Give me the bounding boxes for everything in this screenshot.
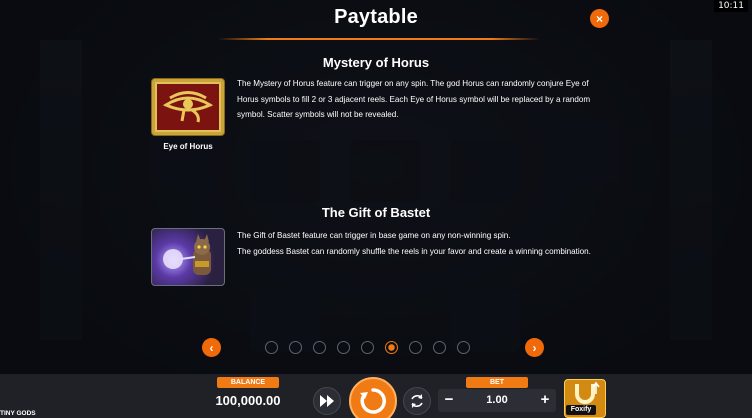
close-icon: × (595, 11, 603, 26)
page-dot[interactable] (289, 341, 302, 354)
paytable-title: Paytable (334, 6, 418, 28)
page-dot[interactable] (361, 341, 374, 354)
page-dot[interactable] (337, 341, 350, 354)
horseshoe-icon (575, 381, 600, 404)
chevron-left-icon: ‹ (209, 340, 214, 355)
prev-page-button[interactable]: ‹ (202, 338, 221, 357)
next-page-button[interactable]: › (525, 338, 544, 357)
autoplay-icon (411, 394, 423, 408)
symbol-caption: Eye of Horus (163, 142, 213, 151)
description-line: The goddess Bastet can randomly shuffle … (237, 246, 591, 256)
page-dot[interactable] (313, 341, 326, 354)
eye-of-horus-icon (155, 82, 221, 132)
bet-decrease-button[interactable]: − (441, 391, 457, 409)
page-dot-active[interactable] (385, 341, 398, 354)
spin-button[interactable] (349, 377, 397, 418)
bet-increase-button[interactable]: + (537, 391, 553, 409)
section-title-gift-of-bastet: The Gift of Bastet (321, 205, 431, 220)
bastet-feature-image (151, 228, 225, 286)
autoplay-button[interactable] (403, 387, 431, 415)
page-dot[interactable] (457, 341, 470, 354)
foxify-label: Foxify (566, 405, 596, 415)
fast-forward-icon (320, 395, 334, 407)
balance-value: 100,000.00 (215, 393, 281, 408)
page-dot[interactable] (265, 341, 278, 354)
fast-play-button[interactable] (313, 387, 341, 415)
page-dot[interactable] (433, 341, 446, 354)
game-name: TINY GODS (0, 410, 36, 417)
section-description: The Mystery of Horus feature can trigger… (237, 79, 591, 119)
title-divider (218, 38, 540, 40)
bet-label: BET (466, 377, 528, 388)
description-line: The Gift of Bastet feature can trigger i… (237, 231, 511, 240)
bastet-icon (163, 234, 211, 275)
close-button[interactable]: × (590, 9, 609, 28)
page-indicator (265, 341, 470, 354)
chevron-right-icon: › (532, 340, 537, 355)
section-title-mystery-of-horus: Mystery of Horus (322, 55, 430, 70)
section-description: The Gift of Bastet feature can trigger i… (237, 228, 600, 259)
eye-of-horus-symbol (151, 78, 225, 136)
page-dot[interactable] (409, 341, 422, 354)
bet-value: 1.00 (486, 394, 508, 406)
spin-icon (360, 388, 386, 414)
balance-label: BALANCE (217, 377, 279, 388)
